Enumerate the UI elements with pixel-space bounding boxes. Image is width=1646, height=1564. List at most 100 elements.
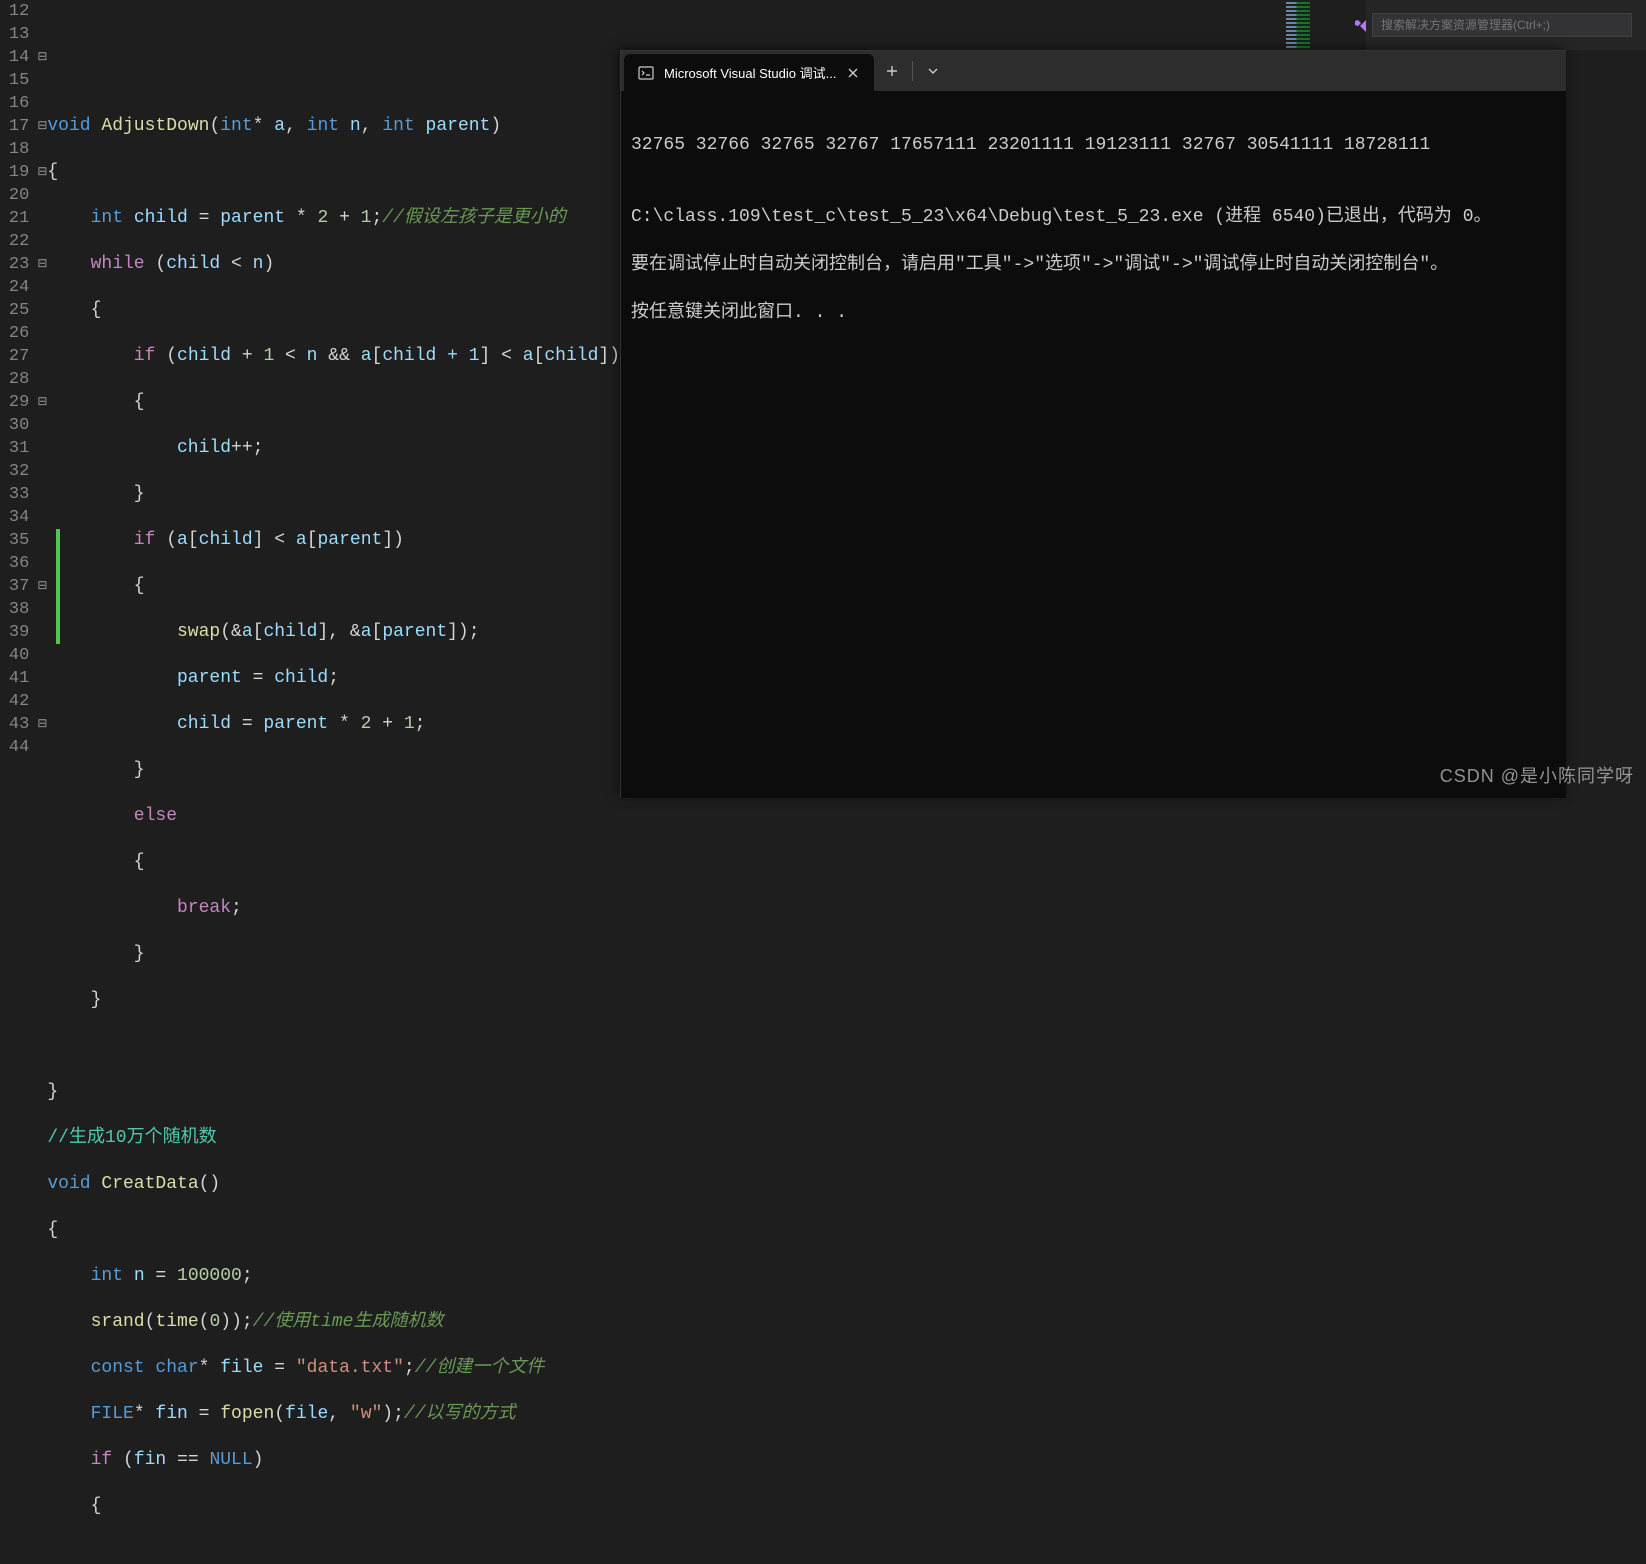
comment: //使用time生成随机数 xyxy=(253,1312,444,1332)
fold-toggle[interactable]: ⊟ xyxy=(37,391,47,414)
brace: } xyxy=(134,760,145,780)
code-line[interactable]: { xyxy=(47,391,620,414)
var: a xyxy=(361,622,372,642)
fold xyxy=(37,345,47,368)
code-line[interactable]: while (child < n) xyxy=(47,253,620,276)
code-line[interactable] xyxy=(47,69,620,92)
ln: 22 xyxy=(0,230,29,253)
ln: 32 xyxy=(0,460,29,483)
solution-explorer-panel xyxy=(1366,0,1646,50)
code-line[interactable]: swap(&a[child], &a[parent]); xyxy=(47,621,620,644)
op: = xyxy=(145,1266,177,1286)
ln: 29 xyxy=(0,391,29,414)
var: a xyxy=(523,346,534,366)
watermark-text: CSDN @是小陈同学呀 xyxy=(1440,762,1634,788)
fold xyxy=(37,230,47,253)
code-area[interactable]: void AdjustDown(int* a, int n, int paren… xyxy=(47,0,620,798)
fold-toggle[interactable]: ⊟ xyxy=(37,115,47,138)
code-line[interactable]: } xyxy=(47,759,620,782)
fold xyxy=(37,483,47,506)
code-line[interactable]: parent = child; xyxy=(47,667,620,690)
code-line[interactable] xyxy=(47,1035,620,1058)
num: 2 xyxy=(361,714,372,734)
ln: 15 xyxy=(0,69,29,92)
ln: 34 xyxy=(0,506,29,529)
kw: int xyxy=(91,1266,123,1286)
chevron-down-icon xyxy=(927,65,939,77)
var: a xyxy=(242,622,253,642)
kw: FILE xyxy=(91,1404,134,1424)
code-line[interactable]: } xyxy=(47,483,620,506)
code-line[interactable]: child++; xyxy=(47,437,620,460)
num: 1 xyxy=(263,346,274,366)
str: "data.txt" xyxy=(296,1358,404,1378)
code-line[interactable]: if (a[child] < a[parent]) xyxy=(47,529,620,552)
terminal-tab[interactable]: Microsoft Visual Studio 调试... xyxy=(624,54,874,91)
var: parent xyxy=(382,622,447,642)
fold xyxy=(37,437,47,460)
code-line[interactable]: int n = 100000; xyxy=(47,1265,620,1288)
code-line[interactable]: { xyxy=(47,161,620,184)
code-line[interactable]: } xyxy=(47,1081,620,1104)
code-line[interactable] xyxy=(47,23,620,46)
fold-toggle[interactable]: ⊟ xyxy=(37,713,47,736)
add-tab-button[interactable] xyxy=(874,51,910,91)
code-line[interactable]: break; xyxy=(47,897,620,920)
kw: else xyxy=(134,806,177,826)
code-line[interactable]: } xyxy=(47,943,620,966)
terminal-titlebar[interactable]: Microsoft Visual Studio 调试... xyxy=(621,51,1566,91)
code-line[interactable]: const char* file = "data.txt";//创建一个文件 xyxy=(47,1357,620,1380)
code-line[interactable]: void CreatData() xyxy=(47,1173,620,1196)
code-line[interactable]: if (child + 1 < n && a[child + 1] < a[ch… xyxy=(47,345,620,368)
editor-topbar-remnant xyxy=(618,0,1368,50)
comment: //假设左孩子是更小的 xyxy=(382,208,566,228)
ln: 36 xyxy=(0,552,29,575)
fold xyxy=(37,736,47,759)
brace: { xyxy=(47,1220,58,1240)
var: n xyxy=(350,116,361,136)
ln: 26 xyxy=(0,322,29,345)
tab-dropdown-button[interactable] xyxy=(915,51,951,91)
var: parent xyxy=(426,116,491,136)
ln: 35 xyxy=(0,529,29,552)
code-line[interactable]: //生成10万个随机数 xyxy=(47,1127,620,1150)
var: child xyxy=(166,254,220,274)
terminal-tab-title: Microsoft Visual Studio 调试... xyxy=(664,63,836,82)
code-line[interactable]: void AdjustDown(int* a, int n, int paren… xyxy=(47,115,620,138)
ln: 31 xyxy=(0,437,29,460)
fold xyxy=(37,276,47,299)
var: child xyxy=(544,346,598,366)
code-line[interactable]: if (fin == NULL) xyxy=(47,1449,620,1472)
solution-search-input[interactable] xyxy=(1372,13,1632,37)
var: fin xyxy=(134,1450,166,1470)
var: child xyxy=(177,438,231,458)
fn-name: srand xyxy=(91,1312,145,1332)
code-line[interactable]: { xyxy=(47,575,620,598)
code-line[interactable]: { xyxy=(47,1219,620,1242)
code-line[interactable]: { xyxy=(47,1495,620,1518)
code-line[interactable]: int child = parent * 2 + 1;//假设左孩子是更小的 xyxy=(47,207,620,230)
close-icon[interactable] xyxy=(846,66,860,80)
code-line[interactable]: child = parent * 2 + 1; xyxy=(47,713,620,736)
code-line[interactable]: } xyxy=(47,989,620,1012)
kw: while xyxy=(91,254,145,274)
op: = xyxy=(188,208,220,228)
kw: int xyxy=(91,208,123,228)
code-line[interactable]: srand(time(0));//使用time生成随机数 xyxy=(47,1311,620,1334)
fold-toggle[interactable]: ⊟ xyxy=(37,46,47,69)
op: == xyxy=(166,1450,209,1470)
fold xyxy=(37,690,47,713)
terminal-output[interactable]: 32765 32766 32765 32767 17657111 2320111… xyxy=(621,91,1566,391)
fold-toggle[interactable]: ⊟ xyxy=(37,253,47,276)
fold-toggle[interactable]: ⊟ xyxy=(37,575,47,598)
var: parent xyxy=(318,530,383,550)
fold-toggle[interactable]: ⊟ xyxy=(37,161,47,184)
code-line[interactable]: { xyxy=(47,851,620,874)
code-line[interactable]: else xyxy=(47,805,620,828)
code-line[interactable]: FILE* fin = fopen(file, "w");//以写的方式 xyxy=(47,1403,620,1426)
var: child xyxy=(263,622,317,642)
code-line[interactable]: { xyxy=(47,299,620,322)
op: < xyxy=(274,346,306,366)
kw: int xyxy=(307,116,339,136)
fold-column: ⊟ ⊟ ⊟ ⊟ ⊟ ⊟ ⊟ xyxy=(37,0,47,798)
